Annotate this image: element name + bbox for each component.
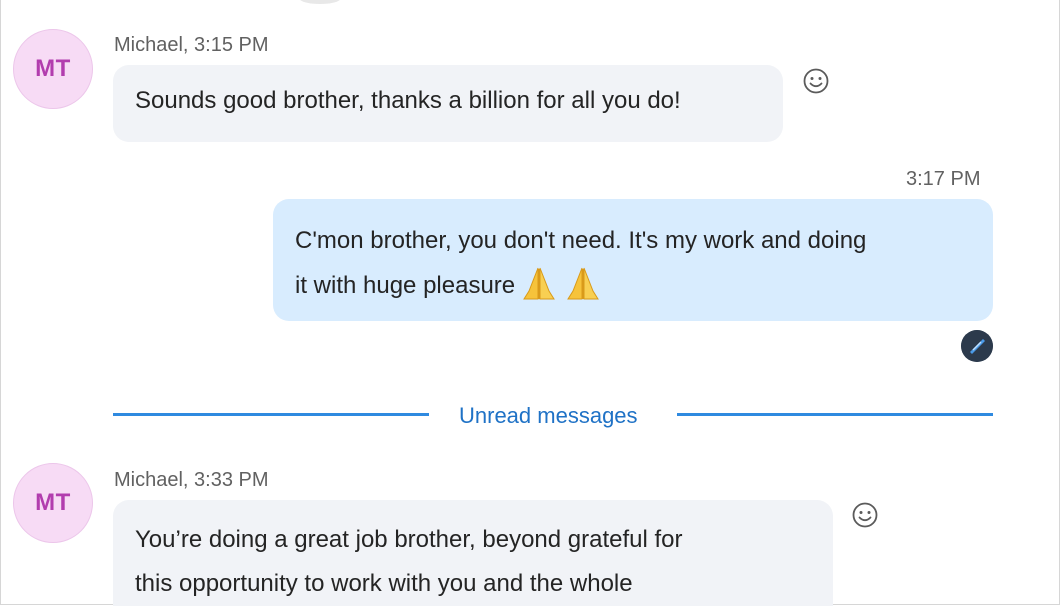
- avatar[interactable]: MT: [13, 463, 93, 543]
- read-receipt-avatar: [961, 330, 993, 362]
- message-sender-time: Michael, 3:15 PM: [114, 34, 269, 56]
- folded-hands-icon: [567, 267, 600, 300]
- avatar[interactable]: MT: [13, 29, 93, 109]
- smile-reaction-icon[interactable]: [802, 67, 830, 95]
- message-time: 3:17 PM: [906, 168, 981, 190]
- unread-divider-label: Unread messages: [459, 403, 638, 428]
- folded-hands-icon: [523, 267, 556, 300]
- read-receipt-icon: [961, 330, 993, 362]
- unread-divider-line-left: [113, 413, 429, 416]
- message-text-line: C'mon brother, you don't need. It's my w…: [295, 227, 867, 254]
- smile-reaction-icon[interactable]: [851, 501, 879, 529]
- message-bubble-outgoing[interactable]: C'mon brother, you don't need. It's my w…: [273, 199, 993, 321]
- message-text-line-2: it with huge pleasure: [295, 263, 971, 308]
- message-text-line: You’re doing a great job brother, beyond…: [135, 526, 683, 553]
- message-text-line-2: this opportunity to work with you and th…: [135, 570, 633, 597]
- message-text: Sounds good brother, thanks a billion fo…: [135, 87, 681, 114]
- avatar-initials: MT: [35, 489, 71, 516]
- message-bubble-incoming[interactable]: Sounds good brother, thanks a billion fo…: [113, 65, 783, 142]
- unread-divider-line-right: [677, 413, 993, 416]
- avatar-initials: MT: [35, 55, 71, 82]
- message-bubble-incoming[interactable]: You’re doing a great job brother, beyond…: [113, 500, 833, 606]
- message-sender-time: Michael, 3:33 PM: [114, 469, 269, 491]
